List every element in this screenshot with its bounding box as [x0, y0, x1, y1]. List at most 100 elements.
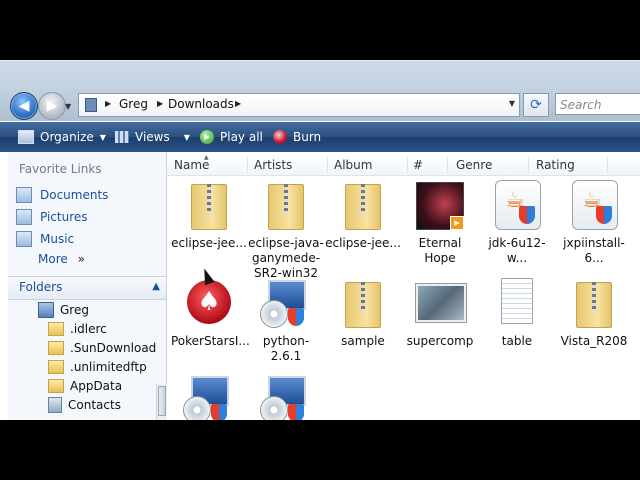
file-item[interactable] [248, 374, 324, 420]
favorite-links-heading: Favorite Links [19, 162, 102, 176]
tree-item-label: Greg [60, 302, 89, 317]
views-button[interactable]: Views ▼ [115, 122, 190, 152]
column-divider[interactable] [247, 157, 248, 173]
tree-item-unlimitedftp[interactable]: .unlimitedftp [48, 357, 147, 376]
folder-icon [85, 98, 97, 112]
explorer-window: ◀ ▶ ▼ ▶ Greg ▶ Downloads ▶ ▼ ⟳ Search Or… [0, 60, 640, 420]
column-divider[interactable] [528, 157, 529, 173]
address-bar[interactable]: ▶ Greg ▶ Downloads ▶ ▼ [78, 93, 520, 117]
java-installer-icon: ☕ [489, 180, 545, 232]
more-label: More [38, 252, 68, 266]
tree-item-contacts[interactable]: Contacts [48, 395, 121, 414]
column-number[interactable]: # [413, 158, 423, 172]
favorite-label: Documents [40, 188, 109, 202]
column-divider[interactable] [407, 157, 408, 173]
folder-icon [48, 359, 64, 374]
zip-folder-icon [566, 278, 622, 330]
burn-label: Burn [293, 130, 322, 144]
more-favorites-link[interactable]: More » [38, 252, 85, 266]
refresh-button[interactable]: ⟳ [523, 93, 549, 117]
pictures-icon [16, 209, 32, 225]
forward-arrow-icon: ▶ [46, 98, 58, 114]
documents-icon [16, 187, 32, 203]
play-icon: ▶ [200, 130, 214, 144]
file-label: PokerStarsI... [171, 334, 250, 348]
file-item[interactable]: python-2.6.1 [248, 278, 324, 364]
tree-item-greg[interactable]: Greg [38, 300, 89, 319]
file-label: table [501, 334, 533, 348]
burn-disc-icon [273, 130, 287, 144]
installer-icon [258, 278, 314, 330]
folders-header[interactable]: Folders ▲ [8, 276, 166, 300]
breadcrumb-downloads[interactable]: Downloads [168, 97, 234, 111]
tree-item-appdata[interactable]: AppData [48, 376, 122, 395]
play-all-label: Play all [220, 130, 263, 144]
column-header-bar: Name ▲ Artists Album # Genre Rating [167, 154, 640, 176]
file-item[interactable] [171, 374, 247, 420]
folder-icon [48, 378, 64, 393]
file-item[interactable]: sample [325, 278, 401, 349]
column-rating[interactable]: Rating [536, 158, 575, 172]
tree-item-idlerc[interactable]: .idlerc [48, 319, 107, 338]
organize-button[interactable]: Organize ▼ [18, 122, 106, 152]
file-item[interactable]: ▶ Eternal Hope [402, 180, 478, 266]
column-album[interactable]: Album [334, 158, 372, 172]
burn-button[interactable]: Burn [273, 122, 321, 152]
file-item[interactable]: Vista_R208 [556, 278, 632, 349]
text-document-icon [489, 278, 545, 330]
recent-pages-dropdown[interactable]: ▼ [65, 102, 71, 111]
back-arrow-icon: ◀ [18, 98, 30, 114]
file-item[interactable]: ♠ PokerStarsI... [171, 278, 250, 349]
file-label: python-2.6.1 [262, 334, 310, 363]
file-label: Eternal Hope [418, 236, 462, 265]
column-genre[interactable]: Genre [456, 158, 492, 172]
views-label: Views [135, 130, 170, 144]
breadcrumb-arrow-icon[interactable]: ▶ [235, 99, 241, 108]
file-label: jdk-6u12-w... [488, 236, 546, 265]
folder-icon [48, 321, 64, 336]
organize-icon [18, 130, 34, 144]
chevron-up-icon: ▲ [152, 281, 160, 292]
tree-item-label: .idlerc [70, 321, 107, 336]
file-label: sample [341, 334, 385, 348]
file-item[interactable]: eclipse-java-ganymede-SR2-win32 [248, 180, 324, 281]
address-dropdown-icon[interactable]: ▼ [509, 99, 515, 108]
favorite-documents[interactable]: Documents [16, 185, 108, 205]
breadcrumb-arrow-icon[interactable]: ▶ [157, 99, 163, 108]
file-label: eclipse-jee... [171, 236, 247, 250]
installer-icon [181, 374, 237, 420]
command-toolbar: Organize ▼ Views ▼ ▶ Play all Burn [0, 122, 640, 152]
chevron-down-icon: ▼ [99, 132, 106, 142]
favorite-music[interactable]: Music [16, 229, 74, 249]
file-item[interactable]: table [479, 278, 555, 349]
folder-tree-scrollbar[interactable] [156, 384, 167, 420]
forward-button[interactable]: ▶ [38, 92, 66, 120]
favorite-pictures[interactable]: Pictures [16, 207, 88, 227]
pokerstars-icon: ♠ [181, 278, 237, 330]
java-installer-icon: ☕ [566, 180, 622, 232]
file-item[interactable]: supercomp [402, 278, 478, 349]
navigation-pane: Favorite Links Documents Pictures Music … [8, 152, 167, 420]
file-item[interactable]: eclipse-jee... [171, 180, 247, 251]
column-divider[interactable] [447, 157, 448, 173]
file-item[interactable]: ☕ jdk-6u12-w... [479, 180, 555, 266]
column-divider[interactable] [327, 157, 328, 173]
breadcrumb-greg[interactable]: Greg [119, 97, 148, 111]
scrollbar-thumb[interactable] [158, 386, 166, 416]
column-artists[interactable]: Artists [254, 158, 292, 172]
tree-item-sundownload[interactable]: .SunDownload [48, 338, 156, 357]
zip-folder-icon [335, 278, 391, 330]
sort-ascending-icon: ▲ [204, 154, 209, 161]
back-button[interactable]: ◀ [10, 92, 38, 120]
breadcrumb-arrow-icon[interactable]: ▶ [105, 99, 111, 108]
file-label: eclipse-jee... [325, 236, 401, 250]
column-divider[interactable] [607, 157, 608, 173]
tree-item-label: AppData [70, 378, 123, 393]
file-item[interactable]: eclipse-jee... [325, 180, 401, 251]
tree-item-label: .SunDownload [70, 340, 157, 355]
file-item[interactable]: ☕ jxpiinstall-6... [556, 180, 632, 266]
file-label: jxpiinstall-6... [563, 236, 625, 265]
play-all-button[interactable]: ▶ Play all [200, 122, 263, 152]
search-input[interactable]: Search [555, 93, 640, 115]
zip-folder-icon [181, 180, 237, 232]
